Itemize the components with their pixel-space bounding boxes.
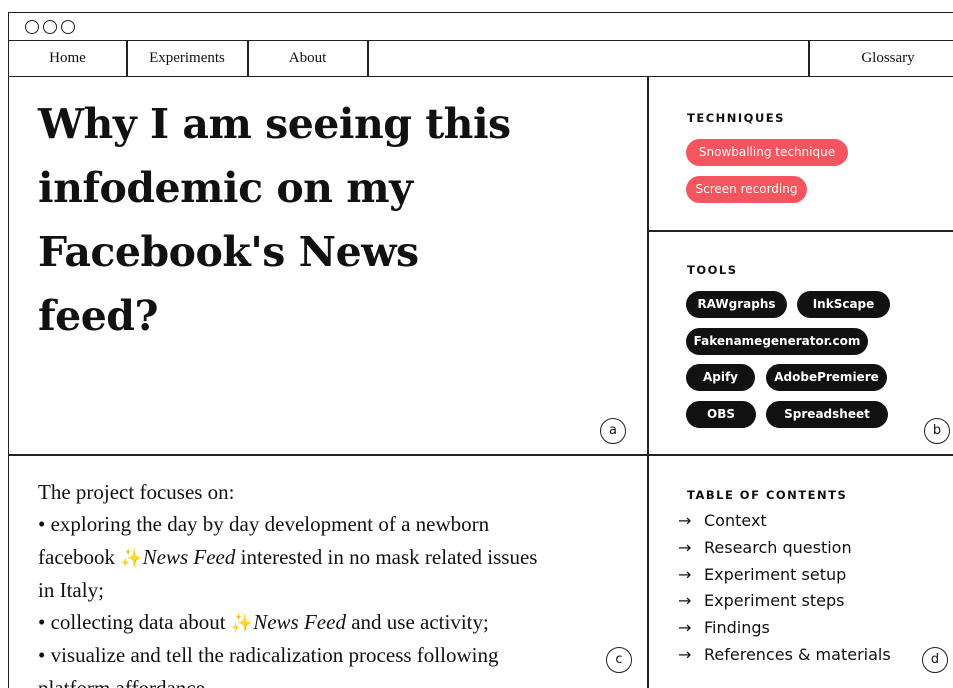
project-description: The project focuses on: • exploring the … [38, 476, 608, 688]
toc-item-label: References & materials [704, 645, 891, 664]
window-dot[interactable] [61, 20, 75, 34]
technique-tag[interactable]: Screen recording [686, 176, 807, 203]
description-bullet-continued: platform affordance. [38, 675, 211, 688]
toc-item-label: Research question [704, 538, 852, 557]
toc-item-label: Findings [704, 618, 770, 637]
nav-experiments[interactable]: Experiments [127, 41, 247, 76]
nav-about[interactable]: About [248, 41, 367, 76]
description-bullet-continued: facebook ✨News Feed interested in no mas… [38, 541, 608, 574]
arrow-right-icon: → [678, 538, 692, 557]
technique-tag[interactable]: Snowballing technique [686, 139, 848, 166]
arrow-right-icon: → [678, 618, 692, 637]
nav-glossary[interactable]: Glossary [809, 41, 953, 76]
description-text: and use activity; [345, 610, 489, 635]
grid-divider [9, 454, 953, 456]
tool-tag[interactable]: RAWgraphs [686, 291, 787, 318]
tool-tag[interactable]: Apify [686, 364, 755, 391]
description-intro: The project focuses on: [38, 480, 235, 504]
description-bullet: • visualize and tell the radicalization … [38, 643, 499, 668]
description-bullet: • exploring the day by day development o… [38, 512, 490, 537]
tool-tag[interactable]: Fakenamegenerator.com [686, 328, 868, 355]
toc-heading: TABLE OF CONTENTS [687, 488, 848, 502]
toc-item-label: Context [704, 511, 767, 530]
page-title-line: Why I am seeing this [38, 100, 511, 148]
description-text: interested in no mask related issues [235, 544, 538, 569]
sparkle-icon: ✨ [120, 547, 143, 568]
section-marker-a: a [600, 418, 626, 444]
arrow-right-icon: → [678, 565, 692, 584]
page-title-line: Facebook's News [38, 228, 419, 276]
top-navigation: Home Experiments About Glossary [9, 41, 953, 77]
description-bullet-continued: in Italy; [38, 577, 104, 602]
page-title-line: infodemic on my [38, 164, 413, 212]
description-bullet: • collecting data about ✨News Feed and u… [38, 606, 608, 639]
sparkle-icon: ✨ [230, 613, 254, 634]
toc-item-context[interactable]: → Context [678, 509, 767, 533]
window-dot[interactable] [43, 20, 57, 34]
section-marker-b: b [924, 418, 950, 444]
arrow-right-icon: → [678, 645, 692, 664]
window-dot[interactable] [25, 20, 39, 34]
page-title: Why I am seeing this infodemic on my Fac… [38, 92, 598, 348]
toc-item-experiment-setup[interactable]: → Experiment setup [678, 563, 846, 587]
nav-divider [367, 41, 369, 76]
window-titlebar [9, 13, 953, 41]
toc-item-references[interactable]: → References & materials [678, 643, 891, 667]
description-text: • collecting data about [38, 610, 231, 635]
nav-home[interactable]: Home [9, 41, 126, 76]
page-title-line: feed? [38, 292, 159, 340]
grid-divider [647, 230, 953, 232]
section-marker-c: c [606, 647, 632, 673]
tools-heading: TOOLS [687, 263, 738, 277]
grid-divider [647, 77, 649, 688]
techniques-heading: TECHNIQUES [687, 111, 785, 125]
tool-tag[interactable]: OBS [686, 401, 756, 428]
news-feed-term: News Feed [142, 544, 236, 569]
toc-item-findings[interactable]: → Findings [678, 616, 770, 640]
description-text: facebook [38, 544, 121, 569]
toc-item-label: Experiment setup [704, 565, 847, 584]
toc-item-experiment-steps[interactable]: → Experiment steps [678, 589, 844, 613]
arrow-right-icon: → [678, 511, 692, 530]
news-feed-term: News Feed [253, 610, 346, 635]
tool-tag[interactable]: Spreadsheet [766, 401, 888, 428]
toc-item-label: Experiment steps [704, 591, 845, 610]
tool-tag[interactable]: InkScape [797, 291, 890, 318]
arrow-right-icon: → [678, 591, 692, 610]
toc-item-research-question[interactable]: → Research question [678, 536, 852, 560]
tool-tag[interactable]: AdobePremiere [766, 364, 887, 391]
section-marker-d: d [922, 647, 948, 673]
